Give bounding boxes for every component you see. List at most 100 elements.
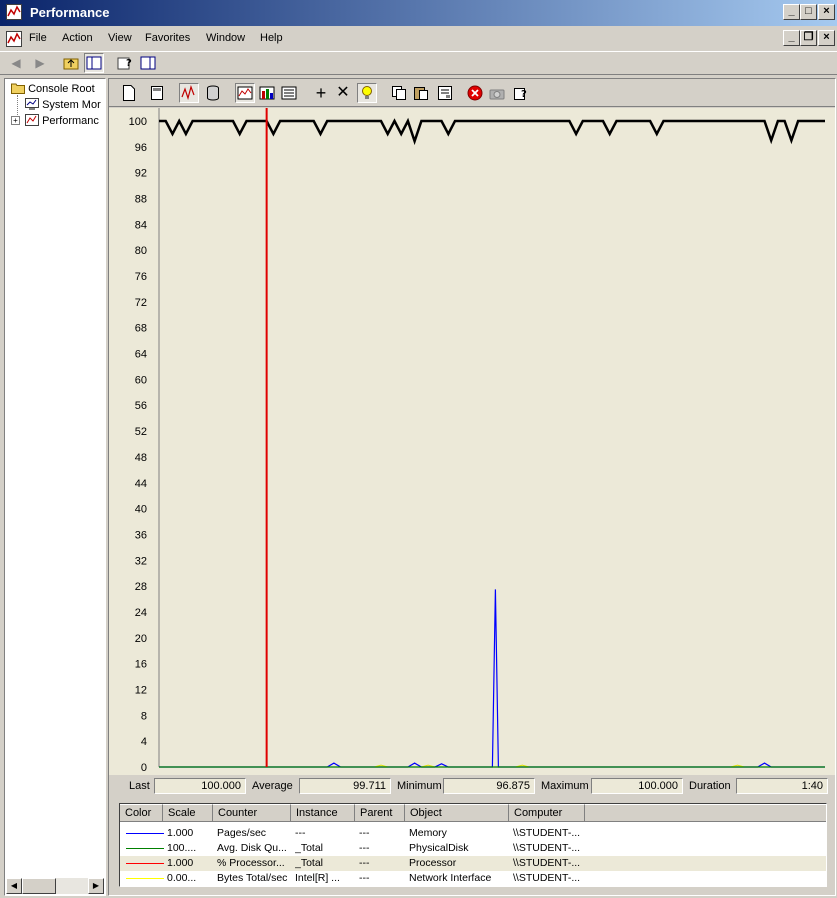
- legend-object: PhysicalDisk: [409, 842, 469, 854]
- duration-value: 1:40: [736, 778, 828, 794]
- minimum-value: 96.875: [443, 778, 535, 794]
- paste-counter-list-icon[interactable]: [411, 83, 431, 103]
- legend-header-color[interactable]: Color: [120, 804, 163, 822]
- legend-instance: _Total: [295, 857, 324, 869]
- view-log-data-icon[interactable]: [203, 83, 223, 103]
- average-value: 99.711: [299, 778, 391, 794]
- menu-action[interactable]: Action: [62, 32, 93, 44]
- help-icon[interactable]: ?: [115, 53, 135, 73]
- menu-file[interactable]: File: [29, 32, 47, 44]
- performance-app-icon[interactable]: [6, 4, 22, 20]
- legend-color-swatch: [126, 878, 164, 879]
- sysmon-help-icon[interactable]: ?: [511, 83, 531, 103]
- legend-object: Memory: [409, 827, 447, 839]
- child-close-button[interactable]: ×: [818, 30, 835, 46]
- highlight-icon[interactable]: [357, 83, 377, 103]
- properties-icon[interactable]: [435, 83, 455, 103]
- scroll-left-icon[interactable]: ◀: [6, 878, 22, 894]
- minimize-button[interactable]: _: [783, 4, 800, 20]
- legend-header: Color Scale Counter Instance Parent Obje…: [120, 804, 826, 822]
- legend-scale: 1.000: [167, 857, 194, 869]
- view-report-icon[interactable]: [279, 83, 299, 103]
- y-tick-label: 16: [135, 659, 147, 671]
- y-tick-label: 20: [135, 633, 147, 645]
- legend-counter: % Processor...: [217, 857, 285, 869]
- legend-computer: \\STUDENT-...: [513, 827, 581, 839]
- legend-instance: _Total: [295, 842, 324, 854]
- view-graph-icon[interactable]: [235, 83, 255, 103]
- minimum-label: Minimum: [397, 780, 442, 792]
- back-arrow-icon[interactable]: ◀: [6, 53, 26, 73]
- maximum-label: Maximum: [541, 780, 589, 792]
- y-tick-label: 48: [135, 452, 147, 464]
- expand-icon[interactable]: +: [11, 116, 20, 125]
- maximum-value: 100.000: [591, 778, 683, 794]
- menu-favorites[interactable]: Favorites: [145, 32, 190, 44]
- tree-item-console-root[interactable]: Console Root: [11, 82, 105, 95]
- average-label: Average: [252, 780, 293, 792]
- child-restore-button[interactable]: ❐: [800, 30, 817, 46]
- forward-arrow-icon[interactable]: ▶: [30, 53, 50, 73]
- y-tick-label: 76: [135, 271, 147, 283]
- tree-item-system-monitor[interactable]: System Mor: [25, 98, 105, 111]
- legend-header-computer[interactable]: Computer: [509, 804, 585, 822]
- view-histogram-icon[interactable]: [257, 83, 277, 103]
- menu-view[interactable]: View: [108, 32, 132, 44]
- tree-item-performance-logs[interactable]: Performanc: [25, 114, 105, 127]
- copy-properties-icon[interactable]: [389, 83, 409, 103]
- scroll-right-icon[interactable]: ▶: [88, 878, 104, 894]
- legend-row[interactable]: 1.000 Pages/sec --- --- Memory \\STUDENT-...: [120, 826, 826, 841]
- menu-window[interactable]: Window: [206, 32, 245, 44]
- legend-row[interactable]: 0.00... Bytes Total/sec Intel[R] ... --- Net…: [120, 871, 826, 886]
- delete-counter-icon[interactable]: ✕: [333, 83, 353, 103]
- view-current-activity-icon[interactable]: [179, 83, 199, 103]
- legend-color-swatch: [126, 848, 164, 849]
- up-one-level-icon[interactable]: [61, 53, 81, 73]
- y-tick-label: 28: [135, 581, 147, 593]
- child-minimize-button[interactable]: _: [783, 30, 800, 46]
- add-counter-icon[interactable]: +: [311, 83, 331, 103]
- maximize-button[interactable]: □: [800, 4, 817, 20]
- clear-display-icon[interactable]: [147, 83, 167, 103]
- legend-object: Network Interface: [409, 872, 492, 884]
- title-bar: Performance _ □ ×: [0, 0, 837, 26]
- legend-header-scale[interactable]: Scale: [163, 804, 213, 822]
- menu-help[interactable]: Help: [260, 32, 283, 44]
- last-label: Last: [129, 780, 150, 792]
- legend-header-counter[interactable]: Counter: [213, 804, 291, 822]
- legend-row[interactable]: 1.000 % Processor... _Total --- Processor \\S…: [120, 856, 826, 871]
- scroll-thumb[interactable]: [22, 878, 56, 894]
- graph-area: 0 4 8 12 16 20 24 28 32 36 40 44 48 52 56 60 64 68 72 76 80 8…: [109, 108, 835, 775]
- legend-computer: \\STUDENT-...: [513, 842, 581, 854]
- legend-header-instance[interactable]: Instance: [291, 804, 355, 822]
- y-tick-label: 84: [135, 219, 147, 231]
- y-tick-label: 80: [135, 245, 147, 257]
- legend-computer: \\STUDENT-...: [513, 857, 581, 869]
- legend-header-parent[interactable]: Parent: [355, 804, 405, 822]
- tree-horizontal-scrollbar[interactable]: ◀ ▶: [6, 878, 104, 894]
- console-tree: Console Root System Mor + Performanc ◀ ▶: [4, 78, 106, 896]
- update-data-icon[interactable]: [487, 83, 507, 103]
- y-tick-label: 100: [129, 116, 147, 128]
- y-tick-label: 88: [135, 194, 147, 206]
- y-tick-label: 56: [135, 400, 147, 412]
- legend-row[interactable]: 100.... Avg. Disk Qu... _Total --- PhysicalD…: [120, 841, 826, 856]
- child-window-icon[interactable]: [6, 31, 22, 47]
- new-counter-set-icon[interactable]: [119, 83, 139, 103]
- show-hide-tree-icon[interactable]: [84, 53, 104, 73]
- legend-object: Processor: [409, 857, 457, 869]
- freeze-display-icon[interactable]: [465, 83, 485, 103]
- show-hide-action-pane-icon[interactable]: [138, 53, 158, 73]
- y-tick-label: 32: [135, 555, 147, 567]
- y-tick-label: 0: [141, 762, 147, 774]
- mmc-toolbar: ◀ ▶ ?: [0, 51, 837, 75]
- system-monitor-pane: + ✕ ? 0 4 8 12 16 20 24 28 32 36 40 44 48 52 56 60 64 68 7…: [108, 78, 836, 896]
- window-title: Performance: [30, 5, 110, 20]
- tree-label-system-monitor: System Mor: [42, 99, 101, 111]
- legend-header-object[interactable]: Object: [405, 804, 509, 822]
- y-tick-label: 52: [135, 426, 147, 438]
- y-tick-label: 44: [135, 478, 147, 490]
- legend-computer: \\STUDENT-...: [513, 872, 581, 884]
- performance-graph[interactable]: 0481216202428323640444852566064687276808…: [109, 108, 835, 775]
- close-button[interactable]: ×: [818, 4, 835, 20]
